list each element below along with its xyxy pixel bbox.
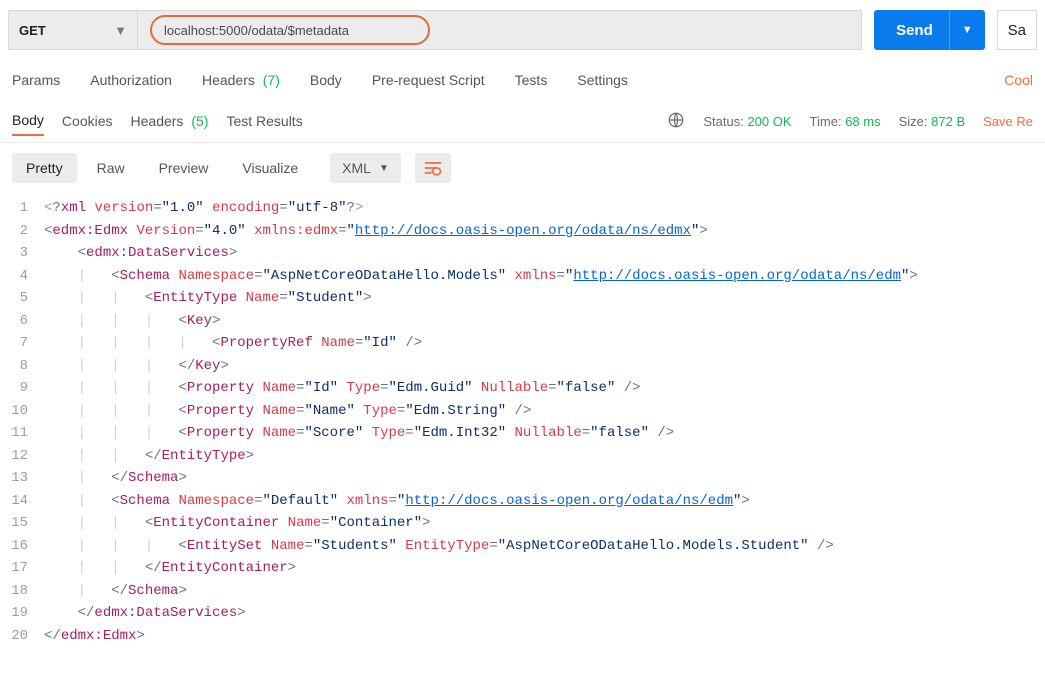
code-line: | | <EntityType Name="Student"> [38, 287, 372, 310]
res-tab-body[interactable]: Body [12, 106, 44, 136]
line-number: 7 [0, 332, 38, 355]
save-button[interactable]: Sa [997, 10, 1037, 50]
line-number: 11 [0, 422, 38, 445]
line-number: 18 [0, 580, 38, 603]
line-number: 4 [0, 265, 38, 288]
format-value: XML [342, 160, 371, 176]
url-input[interactable] [150, 15, 430, 45]
chevron-down-icon: ▼ [962, 24, 973, 36]
line-number: 12 [0, 445, 38, 468]
code-line: | <Schema Namespace="Default" xmlns="htt… [38, 490, 750, 513]
tab-headers-count: (7) [263, 72, 280, 88]
line-number: 3 [0, 242, 38, 265]
status-block: Status: 200 OK [703, 114, 791, 129]
http-method-value: GET [19, 23, 46, 38]
code-line: | | | <Property Name="Name" Type="Edm.St… [38, 400, 531, 423]
code-line: </edmx:Edmx> [38, 625, 145, 648]
tab-params[interactable]: Params [12, 72, 60, 88]
line-number: 1 [0, 197, 38, 220]
code-line: | | | <Key> [38, 310, 220, 333]
code-line: | | | <EntitySet Name="Students" EntityT… [38, 535, 834, 558]
code-line: | </Schema> [38, 580, 187, 603]
tab-headers[interactable]: Headers (7) [202, 72, 280, 88]
send-button[interactable]: Send ▼ [874, 10, 985, 50]
line-number: 20 [0, 625, 38, 648]
line-number: 6 [0, 310, 38, 333]
code-line: | </Schema> [38, 467, 187, 490]
code-line: | <Schema Namespace="AspNetCoreODataHell… [38, 265, 918, 288]
tab-settings[interactable]: Settings [577, 72, 628, 88]
chevron-down-icon: ▼ [379, 163, 389, 174]
code-line: | | </EntityContainer> [38, 557, 296, 580]
cookies-link[interactable]: Cool [1004, 72, 1033, 88]
line-number: 10 [0, 400, 38, 423]
code-line: | | <EntityContainer Name="Container"> [38, 512, 431, 535]
line-number: 5 [0, 287, 38, 310]
wrap-lines-icon[interactable] [415, 153, 451, 183]
response-body[interactable]: 1<?xml version="1.0" encoding="utf-8"?> … [0, 193, 1045, 673]
tab-body[interactable]: Body [310, 72, 342, 88]
viewtab-preview[interactable]: Preview [145, 153, 223, 183]
code-line: | | | <Property Name="Id" Type="Edm.Guid… [38, 377, 641, 400]
code-line: | | | <Property Name="Score" Type="Edm.I… [38, 422, 674, 445]
line-number: 15 [0, 512, 38, 535]
http-method-select[interactable]: GET ▼ [8, 10, 138, 50]
line-number: 19 [0, 602, 38, 625]
line-number: 8 [0, 355, 38, 378]
code-line: | | </EntityType> [38, 445, 254, 468]
line-number: 14 [0, 490, 38, 513]
tab-authorization[interactable]: Authorization [90, 72, 172, 88]
res-tab-headers-count: (5) [191, 113, 208, 129]
code-line: <edmx:DataServices> [38, 242, 237, 265]
format-select[interactable]: XML ▼ [330, 153, 401, 183]
code-line: </edmx:DataServices> [38, 602, 246, 625]
chevron-down-icon: ▼ [114, 23, 127, 38]
viewtab-pretty[interactable]: Pretty [12, 153, 77, 183]
line-number: 16 [0, 535, 38, 558]
send-button-label: Send [896, 22, 933, 39]
res-tab-headers[interactable]: Headers (5) [131, 107, 209, 135]
globe-icon[interactable] [667, 111, 685, 132]
code-line: <edmx:Edmx Version="4.0" xmlns:edmx="htt… [38, 220, 708, 243]
line-number: 17 [0, 557, 38, 580]
line-number: 9 [0, 377, 38, 400]
save-button-label: Sa [1008, 22, 1026, 39]
code-line: | | | | <PropertyRef Name="Id" /> [38, 332, 422, 355]
size-value: 872 B [931, 114, 965, 129]
status-value: 200 OK [747, 114, 791, 129]
res-tab-cookies[interactable]: Cookies [62, 107, 113, 135]
line-number: 2 [0, 220, 38, 243]
viewtab-visualize[interactable]: Visualize [228, 153, 312, 183]
url-input-wrap [138, 10, 862, 50]
code-line: <?xml version="1.0" encoding="utf-8"?> [38, 197, 363, 220]
code-line: | | | </Key> [38, 355, 229, 378]
res-tab-testresults[interactable]: Test Results [226, 107, 302, 135]
time-value: 68 ms [845, 114, 880, 129]
time-block: Time: 68 ms [810, 114, 881, 129]
tab-prerequest[interactable]: Pre-request Script [372, 72, 485, 88]
line-number: 13 [0, 467, 38, 490]
viewtab-raw[interactable]: Raw [83, 153, 139, 183]
save-response-button[interactable]: Save Re [983, 114, 1033, 129]
size-block: Size: 872 B [899, 114, 966, 129]
tab-tests[interactable]: Tests [515, 72, 548, 88]
send-dropdown[interactable]: ▼ [949, 10, 985, 50]
